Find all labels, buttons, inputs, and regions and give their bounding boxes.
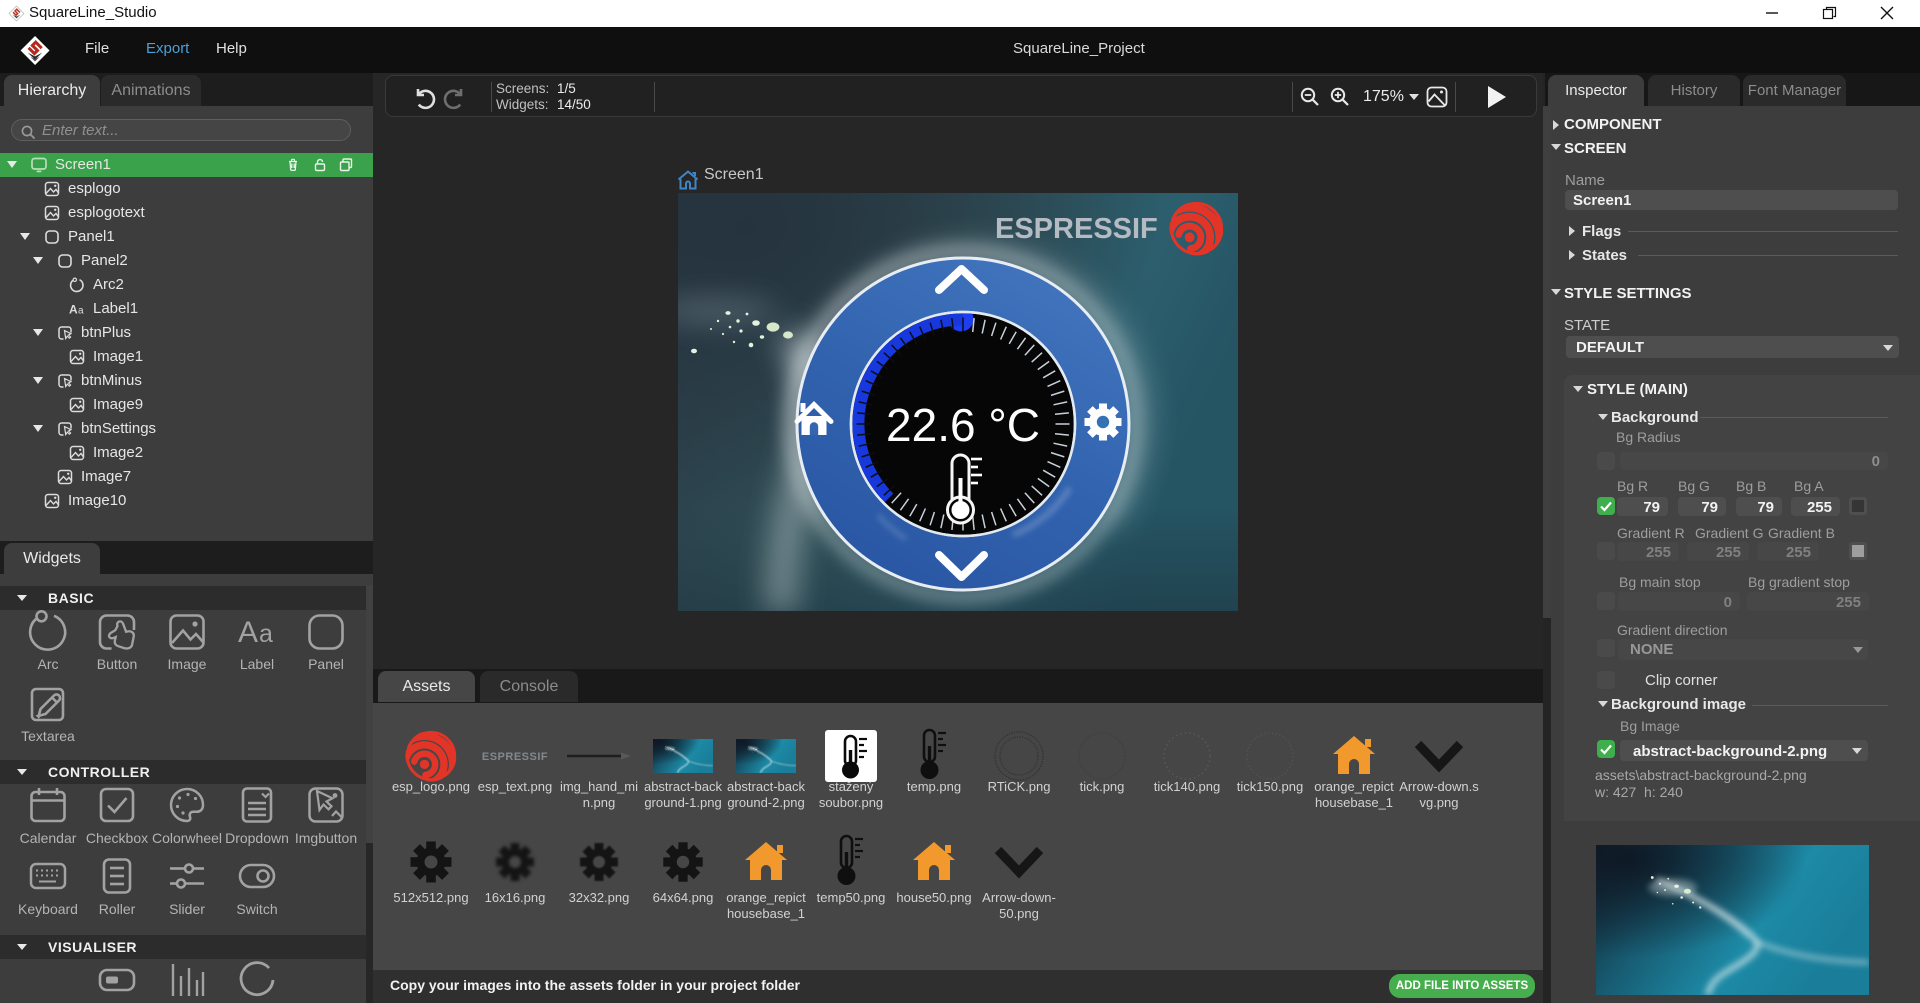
svg-text:ESPRESSIF: ESPRESSIF <box>995 213 1158 245</box>
svg-text:22.6 °C: 22.6 °C <box>886 399 1040 451</box>
